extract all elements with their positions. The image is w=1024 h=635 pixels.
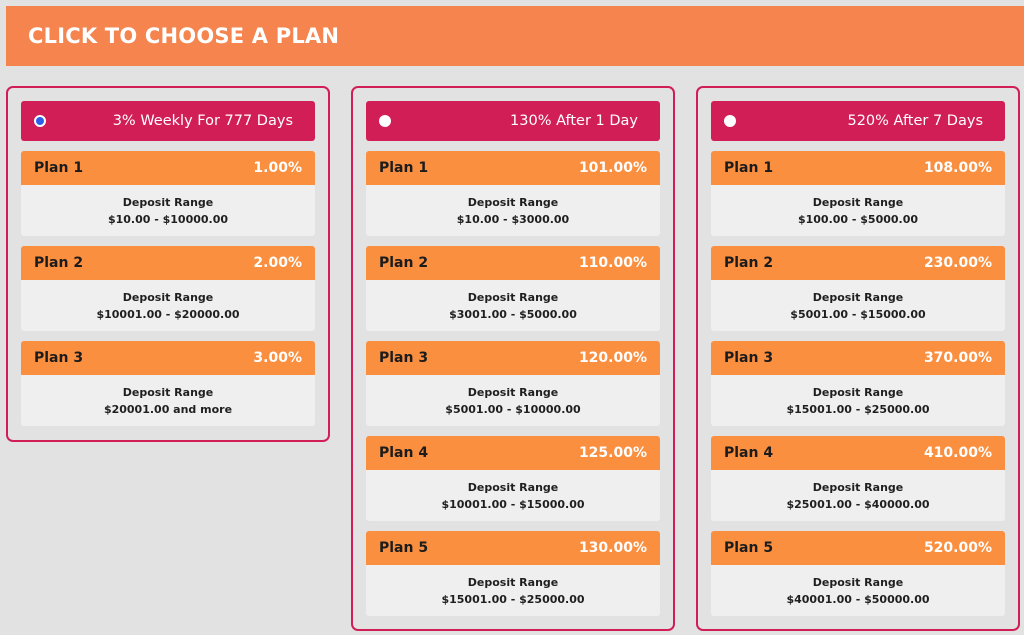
plan-card[interactable]: Plan 4 410.00% Deposit Range $25001.00 - $… bbox=[711, 436, 1005, 521]
plan-group-title: 130% After 1 Day bbox=[510, 113, 638, 129]
plan-name: Plan 4 bbox=[379, 445, 429, 461]
plan-card[interactable]: Plan 1 101.00% Deposit Range $10.00 - $300… bbox=[366, 151, 660, 236]
deposit-range-value: $25001.00 - $40000.00 bbox=[786, 497, 930, 511]
deposit-range-label: Deposit Range bbox=[812, 480, 904, 494]
deposit-range-label: Deposit Range bbox=[812, 575, 904, 589]
plan-card[interactable]: Plan 3 370.00% Deposit Range $15001.00 - $… bbox=[711, 341, 1005, 426]
deposit-range-value: $15001.00 - $25000.00 bbox=[786, 402, 930, 416]
plan-percent: 130.00% bbox=[578, 540, 647, 556]
plan-card[interactable]: Plan 3 120.00% Deposit Range $5001.00 - $1… bbox=[366, 341, 660, 426]
plan-name: Plan 3 bbox=[34, 350, 84, 366]
radio-button-selected[interactable] bbox=[34, 115, 46, 127]
plan-percent: 101.00% bbox=[578, 160, 647, 176]
plan-group-title: 520% After 7 Days bbox=[847, 113, 983, 129]
plan-card[interactable]: Plan 3 3.00% Deposit Range $20001.00 and m… bbox=[21, 341, 315, 426]
plan-card[interactable]: Plan 2 110.00% Deposit Range $3001.00 - $5… bbox=[366, 246, 660, 331]
deposit-range-value: $10.00 - $3000.00 bbox=[456, 212, 570, 226]
deposit-range-label: Deposit Range bbox=[122, 195, 214, 209]
deposit-range-value: $3001.00 - $5000.00 bbox=[449, 307, 577, 321]
radio-button[interactable] bbox=[724, 115, 736, 127]
deposit-range-value: $10.00 - $10000.00 bbox=[107, 212, 229, 226]
plan-percent: 108.00% bbox=[923, 160, 992, 176]
deposit-range-label: Deposit Range bbox=[122, 290, 214, 304]
deposit-range-label: Deposit Range bbox=[467, 575, 559, 589]
plan-percent: 370.00% bbox=[923, 350, 992, 366]
plan-group-header[interactable]: 130% After 1 Day bbox=[366, 101, 660, 141]
plan-percent: 125.00% bbox=[578, 445, 647, 461]
deposit-range-label: Deposit Range bbox=[467, 385, 559, 399]
deposit-range-label: Deposit Range bbox=[812, 290, 904, 304]
plan-card[interactable]: Plan 2 230.00% Deposit Range $5001.00 - $1… bbox=[711, 246, 1005, 331]
plan-name: Plan 1 bbox=[724, 160, 774, 176]
plan-group-header[interactable]: 3% Weekly For 777 Days bbox=[21, 101, 315, 141]
radio-button[interactable] bbox=[379, 115, 391, 127]
deposit-range-value: $10001.00 - $20000.00 bbox=[96, 307, 240, 321]
plan-name: Plan 3 bbox=[379, 350, 429, 366]
deposit-range-label: Deposit Range bbox=[467, 195, 559, 209]
deposit-range-label: Deposit Range bbox=[812, 195, 904, 209]
deposit-range-label: Deposit Range bbox=[812, 385, 904, 399]
plan-percent: 2.00% bbox=[253, 255, 302, 271]
deposit-range-label: Deposit Range bbox=[467, 480, 559, 494]
plan-name: Plan 1 bbox=[34, 160, 84, 176]
deposit-range-value: $5001.00 - $10000.00 bbox=[445, 402, 581, 416]
plan-group-title: 3% Weekly For 777 Days bbox=[112, 113, 293, 129]
plan-card[interactable]: Plan 5 130.00% Deposit Range $15001.00 - $… bbox=[366, 531, 660, 616]
deposit-range-label: Deposit Range bbox=[467, 290, 559, 304]
plan-card[interactable]: Plan 1 1.00% Deposit Range $10.00 - $10000… bbox=[21, 151, 315, 236]
plan-percent: 110.00% bbox=[578, 255, 647, 271]
plan-group-1-day: 130% After 1 Day Plan 1 101.00% Deposit R… bbox=[351, 86, 675, 631]
plan-percent: 120.00% bbox=[578, 350, 647, 366]
deposit-range-value: $10001.00 - $15000.00 bbox=[441, 497, 585, 511]
plan-percent: 1.00% bbox=[253, 160, 302, 176]
deposit-range-label: Deposit Range bbox=[122, 385, 214, 399]
plan-percent: 3.00% bbox=[253, 350, 302, 366]
plan-card[interactable]: Plan 4 125.00% Deposit Range $10001.00 - $… bbox=[366, 436, 660, 521]
plan-percent: 410.00% bbox=[923, 445, 992, 461]
page-header: CLICK TO CHOOSE A PLAN bbox=[6, 6, 1024, 66]
plan-percent: 520.00% bbox=[923, 540, 992, 556]
deposit-range-value: $15001.00 - $25000.00 bbox=[441, 592, 585, 606]
plan-group-header[interactable]: 520% After 7 Days bbox=[711, 101, 1005, 141]
deposit-range-value: $100.00 - $5000.00 bbox=[797, 212, 919, 226]
plan-name: Plan 2 bbox=[724, 255, 774, 271]
plan-card[interactable]: Plan 1 108.00% Deposit Range $100.00 - $50… bbox=[711, 151, 1005, 236]
plan-group-7-days: 520% After 7 Days Plan 1 108.00% Deposit … bbox=[696, 86, 1020, 631]
plan-name: Plan 4 bbox=[724, 445, 774, 461]
plan-name: Plan 2 bbox=[34, 255, 84, 271]
plan-name: Plan 5 bbox=[379, 540, 429, 556]
plan-name: Plan 3 bbox=[724, 350, 774, 366]
plan-card[interactable]: Plan 5 520.00% Deposit Range $40001.00 - $… bbox=[711, 531, 1005, 616]
deposit-range-value: $5001.00 - $15000.00 bbox=[790, 307, 926, 321]
plan-name: Plan 5 bbox=[724, 540, 774, 556]
page-title: CLICK TO CHOOSE A PLAN bbox=[28, 24, 340, 48]
plan-card[interactable]: Plan 2 2.00% Deposit Range $10001.00 - $20… bbox=[21, 246, 315, 331]
plan-name: Plan 2 bbox=[379, 255, 429, 271]
plan-name: Plan 1 bbox=[379, 160, 429, 176]
plan-group-weekly: 3% Weekly For 777 Days Plan 1 1.00% Depos… bbox=[6, 86, 330, 442]
deposit-range-value: $40001.00 - $50000.00 bbox=[786, 592, 930, 606]
deposit-range-value: $20001.00 and more bbox=[103, 402, 233, 416]
plan-percent: 230.00% bbox=[923, 255, 992, 271]
